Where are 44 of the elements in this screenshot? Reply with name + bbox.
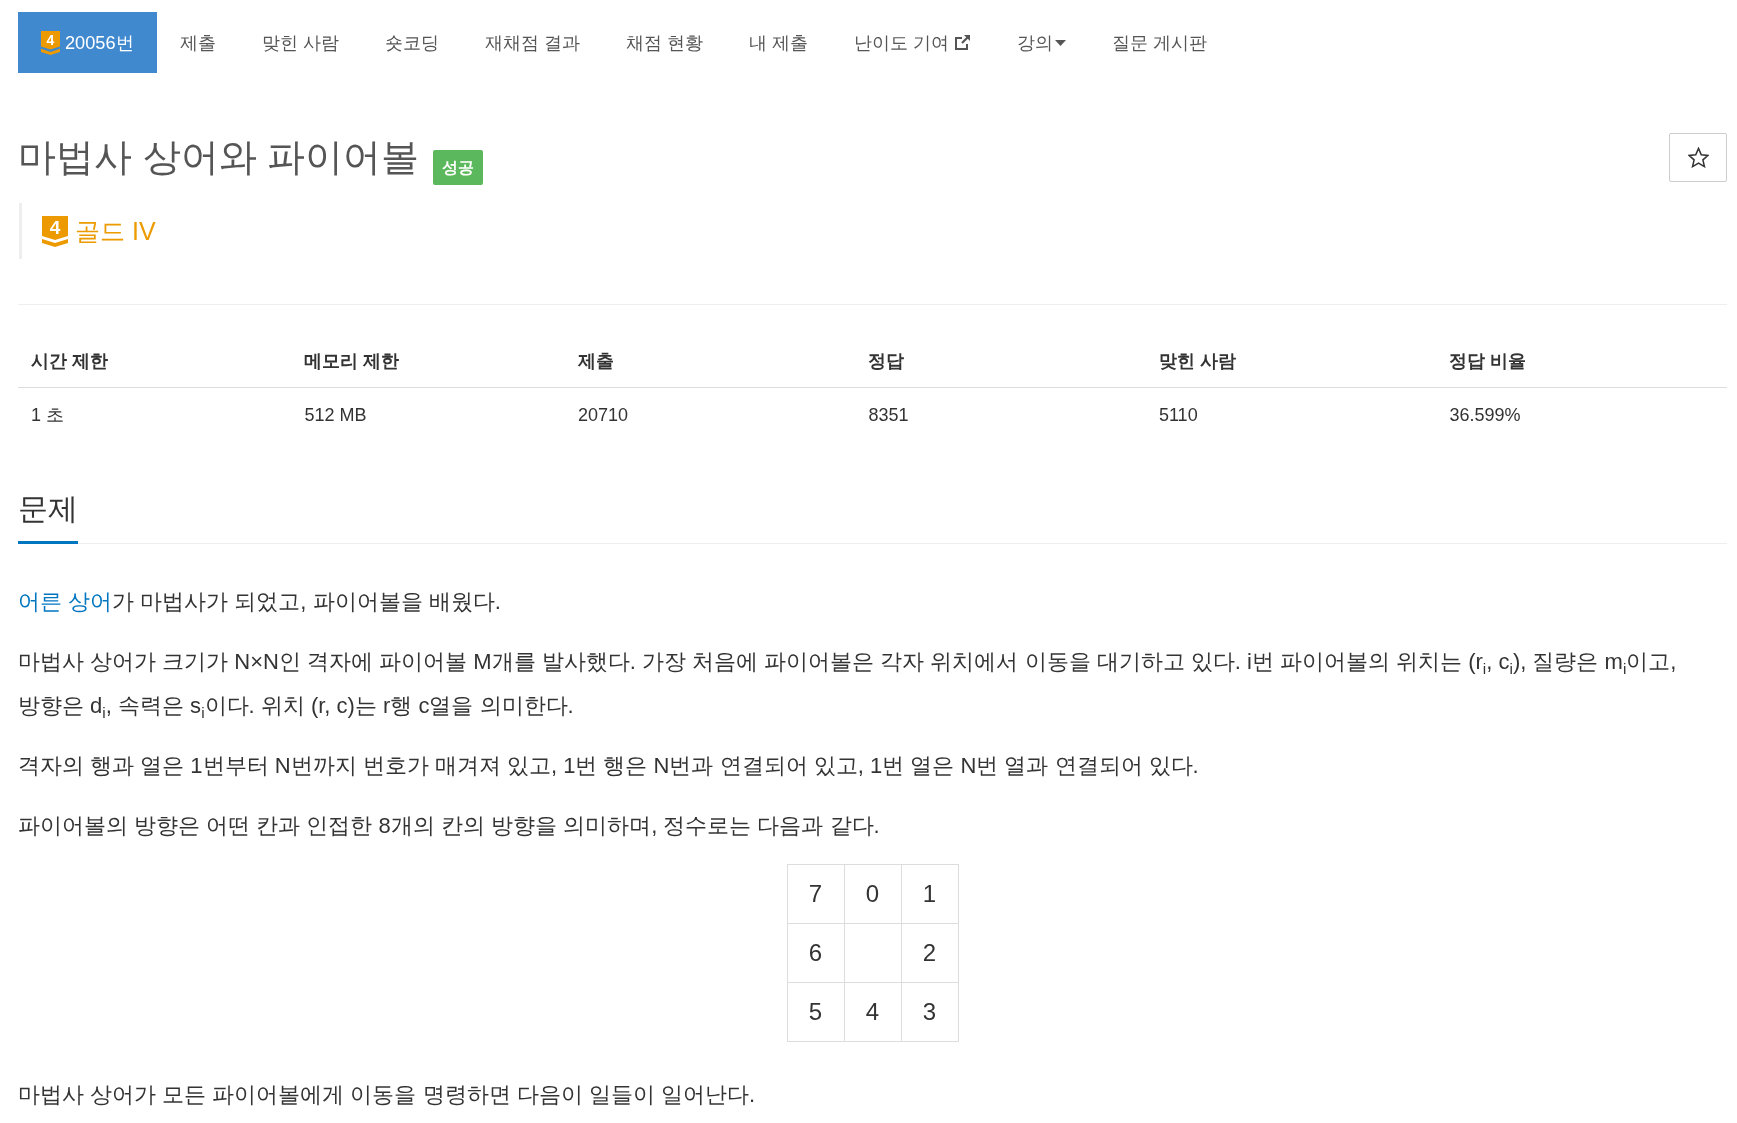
- direction-cell: 6: [787, 923, 844, 983]
- direction-cell: 4: [844, 982, 901, 1042]
- caret-icon: [1054, 39, 1066, 46]
- nav-tab[interactable]: 질문 게시판: [1088, 12, 1230, 73]
- column-header: 메모리 제한: [291, 334, 565, 388]
- section-heading: 문제: [18, 491, 78, 544]
- direction-cell: 3: [901, 982, 958, 1042]
- nav-tab[interactable]: 채점 현황: [602, 12, 726, 73]
- table-cell: 5110: [1145, 387, 1437, 442]
- direction-cell: 0: [844, 864, 901, 924]
- text-link[interactable]: 어른 상어: [18, 589, 113, 614]
- column-header: 맞힌 사람: [1145, 334, 1437, 388]
- direction-cell: 5: [787, 982, 844, 1042]
- direction-cell: [844, 923, 901, 983]
- direction-cell: 1: [901, 864, 958, 924]
- problem-text: 마법사 상어가 크기가 N×N인 격자에 파이어볼 M개를 발사했다. 가장 처음에 파이어볼은 각자 위치에서 이동을 대기하고 있다. i번 파이어볼의 위치는 (r$_{i}$, c$_{i}$), 질량은 m$_{i}$이고, 방향은 d$_{i}$, 속력은 s$_{i}$이다. 위치 (r, c)는 r행 c열을 의미한다.: [18, 648, 1678, 723]
- nav-tab[interactable]: 강의: [993, 12, 1089, 73]
- table-cell: 1 초: [18, 387, 292, 442]
- nav-tab[interactable]: 숏코딩: [361, 12, 462, 73]
- column-header: 시간 제한: [18, 334, 292, 388]
- nav-tab[interactable]: 맞힌 사람: [238, 12, 362, 73]
- problem-title: 마법사 상어와 파이어볼: [18, 135, 420, 180]
- problem-text: 어른 상어가 마법사가 되었고, 파이어볼을 배웠다.: [18, 588, 502, 616]
- table-cell: 8351: [855, 387, 1146, 442]
- problem-text: 마법사 상어가 모든 파이어볼에게 이동을 명령하면 다음이 일들이 일어난다.: [18, 1081, 756, 1109]
- favorite-button[interactable]: [1669, 133, 1727, 182]
- problem-text: 파이어볼의 방향은 어떤 칸과 인접한 8개의 칸의 방향을 의미하며, 정수로는 다음과 같다.: [18, 812, 881, 840]
- column-header: 제출: [564, 334, 856, 388]
- nav-tab[interactable]: 내 제출: [725, 12, 831, 73]
- external-link-icon: [953, 34, 971, 51]
- nav-tab[interactable]: 난이도 기여: [830, 12, 994, 73]
- nav-tab[interactable]: 제출: [156, 12, 239, 73]
- table-cell: 20710: [564, 387, 856, 442]
- column-header: 정답 비율: [1436, 334, 1727, 388]
- nav-tab[interactable]: 재채점 결과: [461, 12, 603, 73]
- direction-cell: 2: [901, 923, 958, 983]
- result-badge: 성공: [433, 150, 484, 185]
- table-cell: 512 MB: [291, 387, 565, 442]
- direction-cell: 7: [787, 864, 844, 924]
- tier-label: 골드 IV: [75, 215, 156, 247]
- column-header: 정답: [855, 334, 1146, 388]
- nav-tab[interactable]: 4 20056번: [18, 12, 157, 73]
- problem-text: 격자의 행과 열은 1번부터 N번까지 번호가 매겨져 있고, 1번 행은 N번과 연결되어 있고, 1번 열은 N번 열과 연결되어 있다.: [18, 752, 1200, 780]
- table-cell: 36.599%: [1436, 387, 1727, 442]
